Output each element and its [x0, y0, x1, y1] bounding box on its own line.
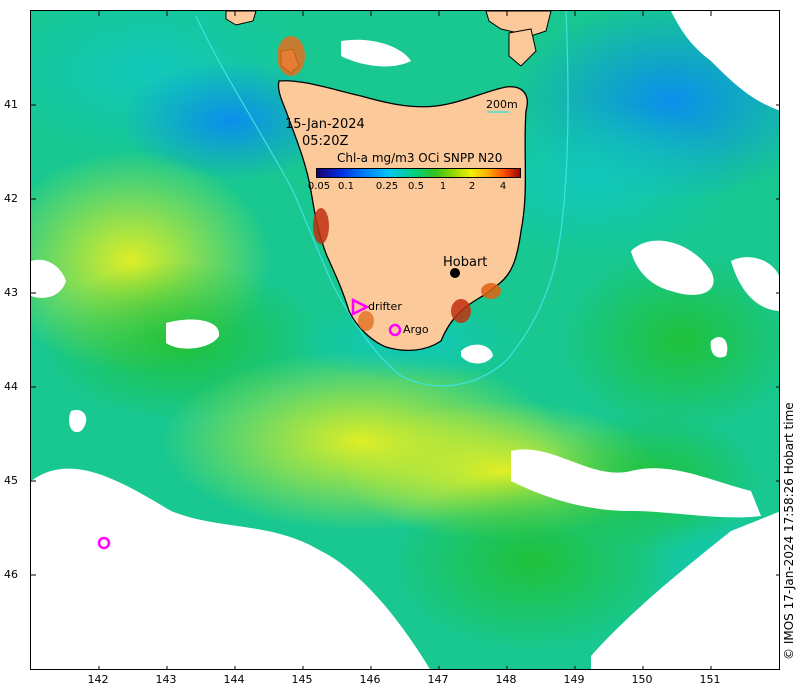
- colorbar-tick: 2: [468, 181, 476, 192]
- chlorophyll-map: [31, 11, 779, 669]
- contour-label: 200m: [486, 98, 518, 111]
- colorbar-tick: 0.05: [307, 181, 331, 192]
- lat-tick-label: 42: [4, 192, 18, 205]
- copyright-credit: © IMOS 17-Jan-2024 17:58:26 Hobart time: [782, 402, 796, 660]
- colorbar: [316, 168, 521, 178]
- lon-tick-label: 150: [631, 673, 653, 686]
- lon-tick-label: 144: [223, 673, 245, 686]
- colorbar-tick: 0.1: [338, 181, 354, 192]
- lat-tick-label: 44: [4, 380, 18, 393]
- colorbar-tick: 1: [439, 181, 447, 192]
- hobart-label: Hobart: [443, 255, 488, 270]
- argo-label: Argo: [403, 323, 429, 336]
- lat-tick-label: 43: [4, 286, 18, 299]
- lon-tick-label: 148: [495, 673, 517, 686]
- lon-tick-label: 146: [359, 673, 381, 686]
- lon-tick-label: 151: [699, 673, 721, 686]
- lon-tick-label: 147: [427, 673, 449, 686]
- colorbar-tick: 0.5: [408, 181, 424, 192]
- date-label: 15-Jan-2024: [285, 117, 365, 132]
- time-label: 05:20Z: [302, 134, 349, 149]
- colorbar-tick: 0.25: [375, 181, 399, 192]
- drifter-label: drifter: [368, 300, 402, 313]
- lon-tick-label: 143: [155, 673, 177, 686]
- lon-tick-label: 145: [291, 673, 313, 686]
- colorbar-title: Chl-a mg/m3 OCi SNPP N20: [337, 151, 503, 165]
- lat-tick-label: 46: [4, 568, 18, 581]
- colorbar-tick: 4: [499, 181, 507, 192]
- lat-tick-label: 41: [4, 98, 18, 111]
- lon-tick-label: 142: [87, 673, 109, 686]
- map-panel: [30, 10, 780, 670]
- lat-tick-label: 45: [4, 474, 18, 487]
- lon-tick-label: 149: [563, 673, 585, 686]
